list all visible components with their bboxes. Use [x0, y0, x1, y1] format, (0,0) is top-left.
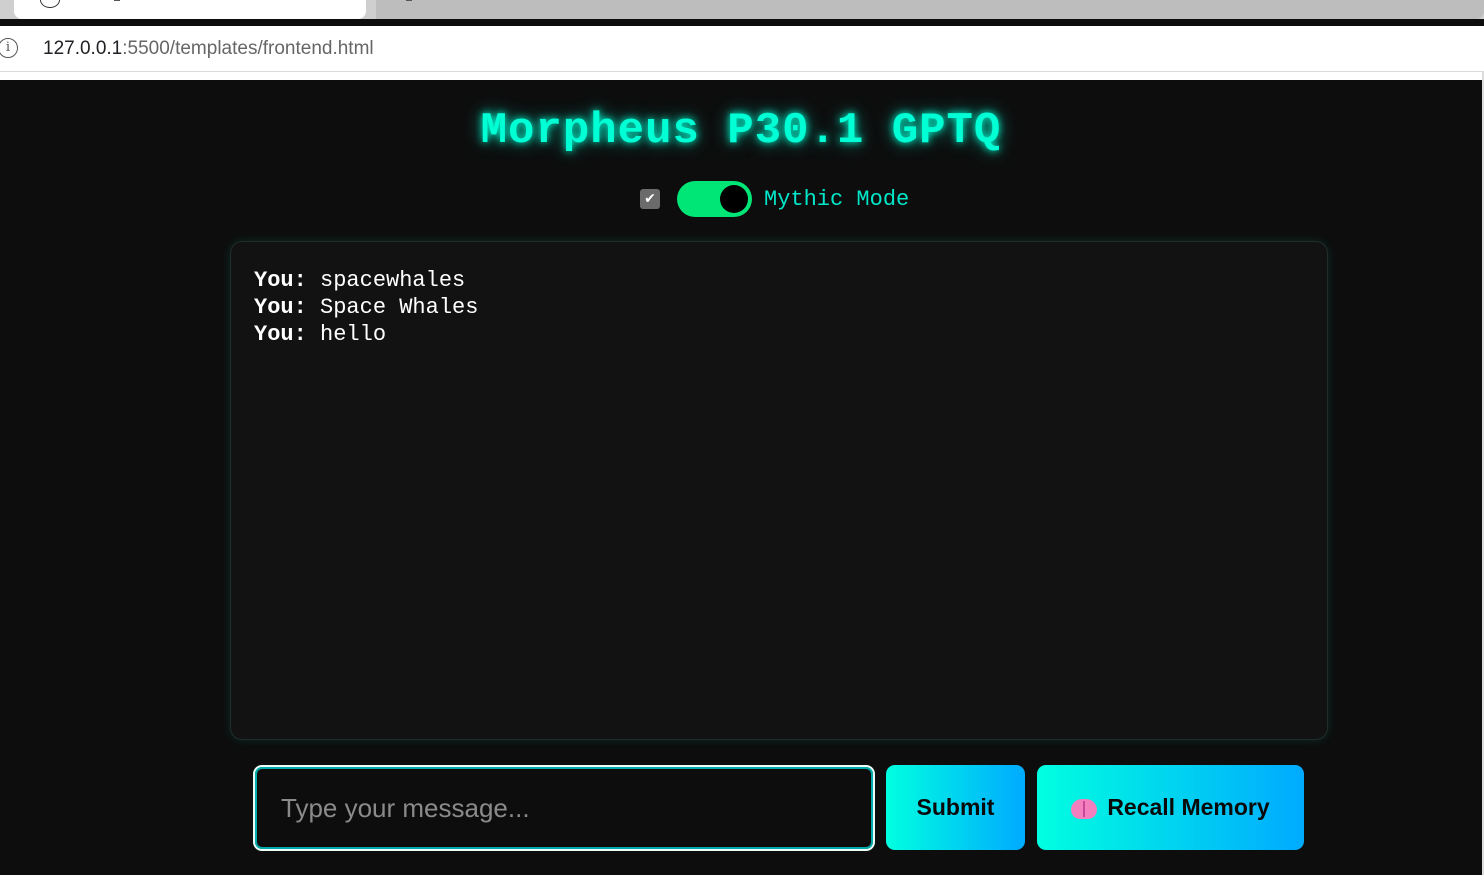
page-top-gap [0, 72, 1484, 80]
browser-tab-active[interactable] [14, 0, 366, 19]
mythic-mode-control: ✔ Mythic Mode [640, 180, 909, 218]
chat-message: You: Space Whales [254, 294, 1304, 321]
message-input[interactable] [255, 767, 873, 849]
url-host: 127.0.0.1 [43, 38, 123, 59]
browser-tab-inactive[interactable] [376, 0, 1484, 19]
address-bar[interactable]: i 127.0.0.1:5500/templates/frontend.html [0, 26, 1484, 72]
mythic-mode-toggle[interactable] [677, 181, 752, 217]
toggle-knob [720, 185, 748, 213]
message-speaker: You: [254, 322, 307, 347]
chat-message: You: hello [254, 321, 1304, 348]
message-text: hello [320, 322, 387, 347]
globe-icon [40, 0, 60, 8]
mythic-mode-checkbox[interactable]: ✔ [640, 189, 660, 209]
app-root: Morpheus P30.1 GPTQ ✔ Mythic Mode You: s… [0, 80, 1482, 875]
url-text[interactable]: 127.0.0.1:5500/templates/frontend.html [43, 38, 374, 60]
mythic-mode-label: Mythic Mode [764, 186, 910, 212]
recall-memory-button[interactable]: Recall Memory [1037, 765, 1304, 850]
message-text: Space Whales [320, 295, 479, 320]
page-title: Morpheus P30.1 GPTQ [480, 106, 1002, 156]
submit-button[interactable]: Submit [886, 765, 1025, 850]
chat-log[interactable]: You: spacewhales You: Space Whales You: … [230, 241, 1328, 740]
url-path: :5500/templates/frontend.html [122, 38, 374, 59]
submit-button-label: Submit [916, 794, 995, 820]
recall-memory-label: Recall Memory [1107, 794, 1270, 820]
browser-tab-strip [0, 0, 1484, 19]
message-speaker: You: [254, 268, 307, 293]
tab-title-fragment [406, 0, 412, 1]
info-icon[interactable]: i [0, 38, 18, 58]
brain-icon [1071, 797, 1098, 819]
message-input-container [253, 765, 875, 851]
tab-title-fragment [114, 0, 120, 1]
message-text: spacewhales [320, 268, 466, 293]
message-speaker: You: [254, 295, 307, 320]
chat-message: You: spacewhales [254, 267, 1304, 294]
